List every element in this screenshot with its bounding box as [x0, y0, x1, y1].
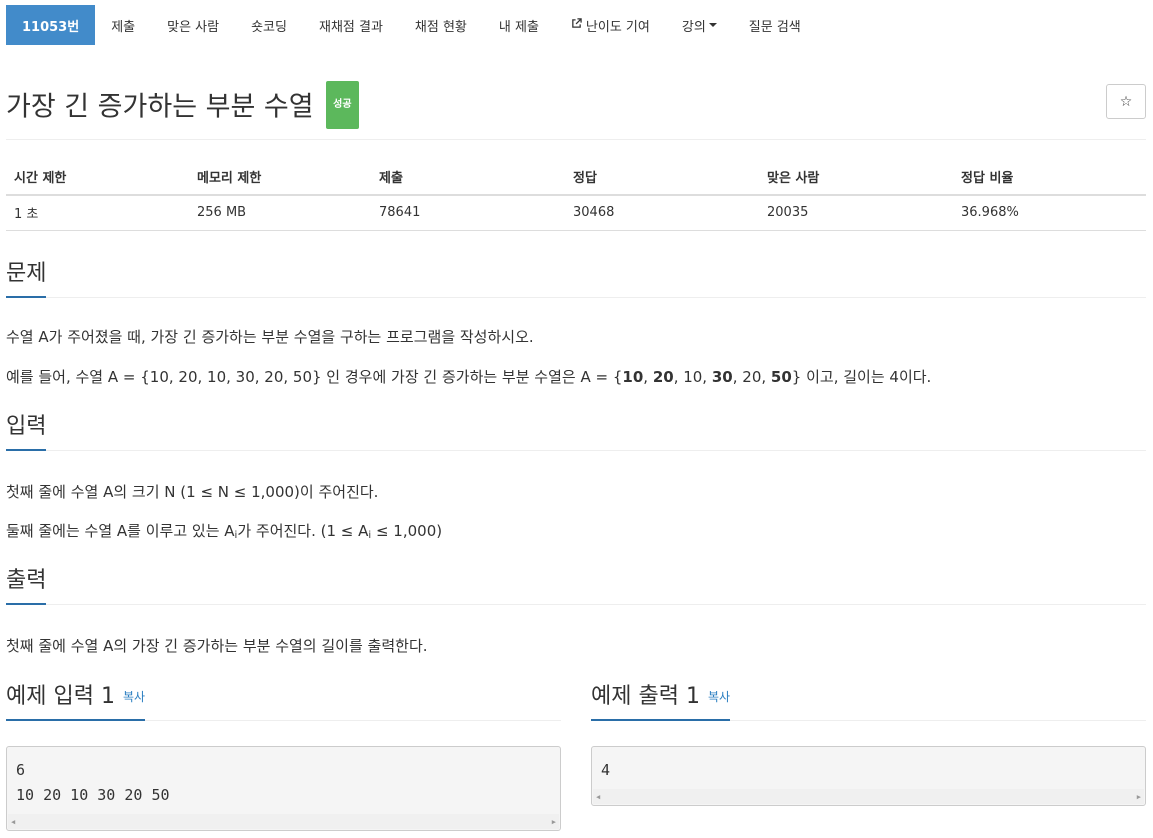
problem-desc-2-bold-4: 50 [770, 368, 792, 386]
header-submissions: 제출 [371, 159, 565, 196]
nav-qna[interactable]: 질문 검색 [733, 5, 817, 45]
nav-difficulty[interactable]: 난이도 기여 [555, 5, 666, 45]
problem-desc-2-sep-2: , 10, [673, 368, 712, 386]
nav-lecture[interactable]: 강의 [666, 5, 733, 45]
input-desc-2-text-a: 둘째 줄에는 수열 A를 이루고 있는 A [6, 522, 235, 540]
problem-section: 문제 수열 A가 주어졌을 때, 가장 긴 증가하는 부분 수열을 구하는 프로… [6, 260, 1146, 390]
sample-output-title: 예제 출력 1 복사 [591, 683, 731, 721]
problem-nav: 11053번 제출 맞은 사람 숏코딩 재채점 결과 채점 현황 내 제출 난이… [6, 5, 817, 45]
problem-desc-2-bold-2: 20 [652, 368, 674, 386]
problem-title-wrap: 가장 긴 증가하는 부분 수열 성공 [6, 81, 359, 132]
input-description-2: 둘째 줄에는 수열 A를 이루고 있는 Ai가 주어진다. (1 ≤ Ai ≤ … [6, 520, 442, 547]
submissions-value: 78641 [371, 195, 565, 231]
problem-description-1: 수열 A가 주어졌을 때, 가장 긴 증가하는 부분 수열을 구하는 프로그램을… [6, 328, 534, 346]
problem-desc-2-bold-1: 10 [622, 368, 644, 386]
sample-output-header: 예제 출력 1 복사 [591, 683, 1146, 721]
problem-section-title: 문제 [6, 260, 47, 298]
sample-input-title: 예제 입력 1 복사 [6, 683, 146, 721]
nav-solved[interactable]: 맞은 사람 [151, 5, 235, 45]
nav-status[interactable]: 채점 현황 [399, 5, 483, 45]
header-memory-limit: 메모리 제한 [189, 159, 371, 196]
output-section: 출력 첫째 줄에 수열 A의 가장 긴 증가하는 부분 수열의 길이를 출력한다… [6, 567, 1146, 662]
sample-input-lines: 6 10 20 10 30 20 50 [7, 747, 560, 808]
star-icon: ☆ [1119, 93, 1133, 110]
nav-rejudge[interactable]: 재채점 결과 [303, 5, 399, 45]
header-accepted: 정답 [565, 159, 759, 196]
header-solved-users: 맞은 사람 [759, 159, 953, 196]
input-description-1: 첫째 줄에 수열 A의 크기 N (1 ≤ N ≤ 1,000)이 주어진다. [6, 483, 379, 501]
scroll-right-icon[interactable]: ▶ [552, 818, 556, 826]
header-time-limit: 시간 제한 [6, 159, 189, 196]
input-section: 입력 첫째 줄에 수열 A의 크기 N (1 ≤ N ≤ 1,000)이 주어진… [6, 413, 1146, 548]
info-table-header-row: 시간 제한 메모리 제한 제출 정답 맞은 사람 정답 비율 [6, 159, 1146, 196]
problem-desc-2-end: } 이고, 길이는 4이다. [791, 368, 932, 386]
nav-lecture-label: 강의 [681, 19, 706, 35]
sample-input-line: 6 [16, 761, 26, 779]
accepted-value: 30468 [565, 195, 759, 231]
nav-shortest[interactable]: 숏코딩 [235, 5, 303, 45]
problem-desc-2-sep-1: , [643, 368, 653, 386]
output-section-header: 출력 [6, 567, 1146, 605]
copy-output-button[interactable]: 복사 [708, 690, 730, 704]
nav-difficulty-label: 난이도 기여 [585, 19, 650, 35]
header-accept-ratio: 정답 비율 [953, 159, 1146, 196]
nav-my-submit[interactable]: 내 제출 [483, 5, 555, 45]
info-table-row: 1 초 256 MB 78641 30468 20035 36.968% [6, 195, 1146, 231]
sample-input-header: 예제 입력 1 복사 [6, 683, 561, 721]
problem-section-header: 문제 [6, 260, 1146, 298]
input-desc-2-text-b: 가 주어진다. (1 ≤ A [237, 522, 369, 540]
scroll-right-icon[interactable]: ▶ [1137, 793, 1141, 801]
sample-output-scrollbar[interactable]: ◀ ▶ [593, 789, 1144, 804]
problem-description-2: 예를 들어, 수열 A = {10, 20, 10, 30, 20, 50} 인… [6, 366, 931, 388]
sample-output-lines: 4 [592, 747, 1145, 783]
accept-ratio-value: 36.968% [953, 195, 1146, 231]
caret-down-icon [708, 23, 717, 27]
sample-input-title-text: 예제 입력 1 [6, 684, 115, 709]
status-badge: 성공 [326, 81, 359, 129]
scroll-left-icon[interactable]: ◀ [11, 818, 15, 826]
sample-output-title-text: 예제 출력 1 [591, 684, 700, 709]
sample-input-panel: 예제 입력 1 복사 6 10 20 10 30 20 50 ◀ ▶ [6, 683, 561, 833]
memory-limit-value: 256 MB [189, 195, 371, 231]
sample-output-panel: 예제 출력 1 복사 4 ◀ ▶ [591, 683, 1146, 833]
problem-desc-2-bold-3: 30 [711, 368, 733, 386]
problem-desc-2-sep-3: , 20, [732, 368, 771, 386]
nav-submit[interactable]: 제출 [95, 5, 151, 45]
solved-users-value: 20035 [759, 195, 953, 231]
problem-header: 가장 긴 증가하는 부분 수열 성공 ☆ [6, 81, 1146, 140]
external-link-icon [571, 18, 582, 32]
input-section-header: 입력 [6, 413, 1146, 451]
sample-output-box[interactable]: 4 ◀ ▶ [591, 746, 1146, 806]
favorite-star-button[interactable]: ☆ [1106, 84, 1146, 119]
sample-input-line: 10 20 10 30 20 50 [16, 786, 170, 804]
sample-input-box[interactable]: 6 10 20 10 30 20 50 ◀ ▶ [6, 746, 561, 831]
input-desc-2-text-c: ≤ 1,000) [371, 522, 443, 540]
output-section-title: 출력 [6, 567, 47, 605]
time-limit-value: 1 초 [6, 195, 189, 231]
input-section-title: 입력 [6, 413, 47, 451]
problem-title: 가장 긴 증가하는 부분 수열 [6, 91, 314, 123]
sample-output-line: 4 [601, 761, 611, 779]
sample-input-scrollbar[interactable]: ◀ ▶ [8, 814, 559, 829]
nav-problem-id[interactable]: 11053번 [6, 5, 96, 45]
scroll-left-icon[interactable]: ◀ [596, 793, 600, 801]
copy-input-button[interactable]: 복사 [123, 690, 145, 704]
output-description: 첫째 줄에 수열 A의 가장 긴 증가하는 부분 수열의 길이를 출력한다. [6, 637, 428, 655]
problem-desc-2-text: 예를 들어, 수열 A = {10, 20, 10, 30, 20, 50} 인… [6, 368, 623, 386]
problem-info-table: 시간 제한 메모리 제한 제출 정답 맞은 사람 정답 비율 1 초 256 M… [6, 159, 1146, 231]
